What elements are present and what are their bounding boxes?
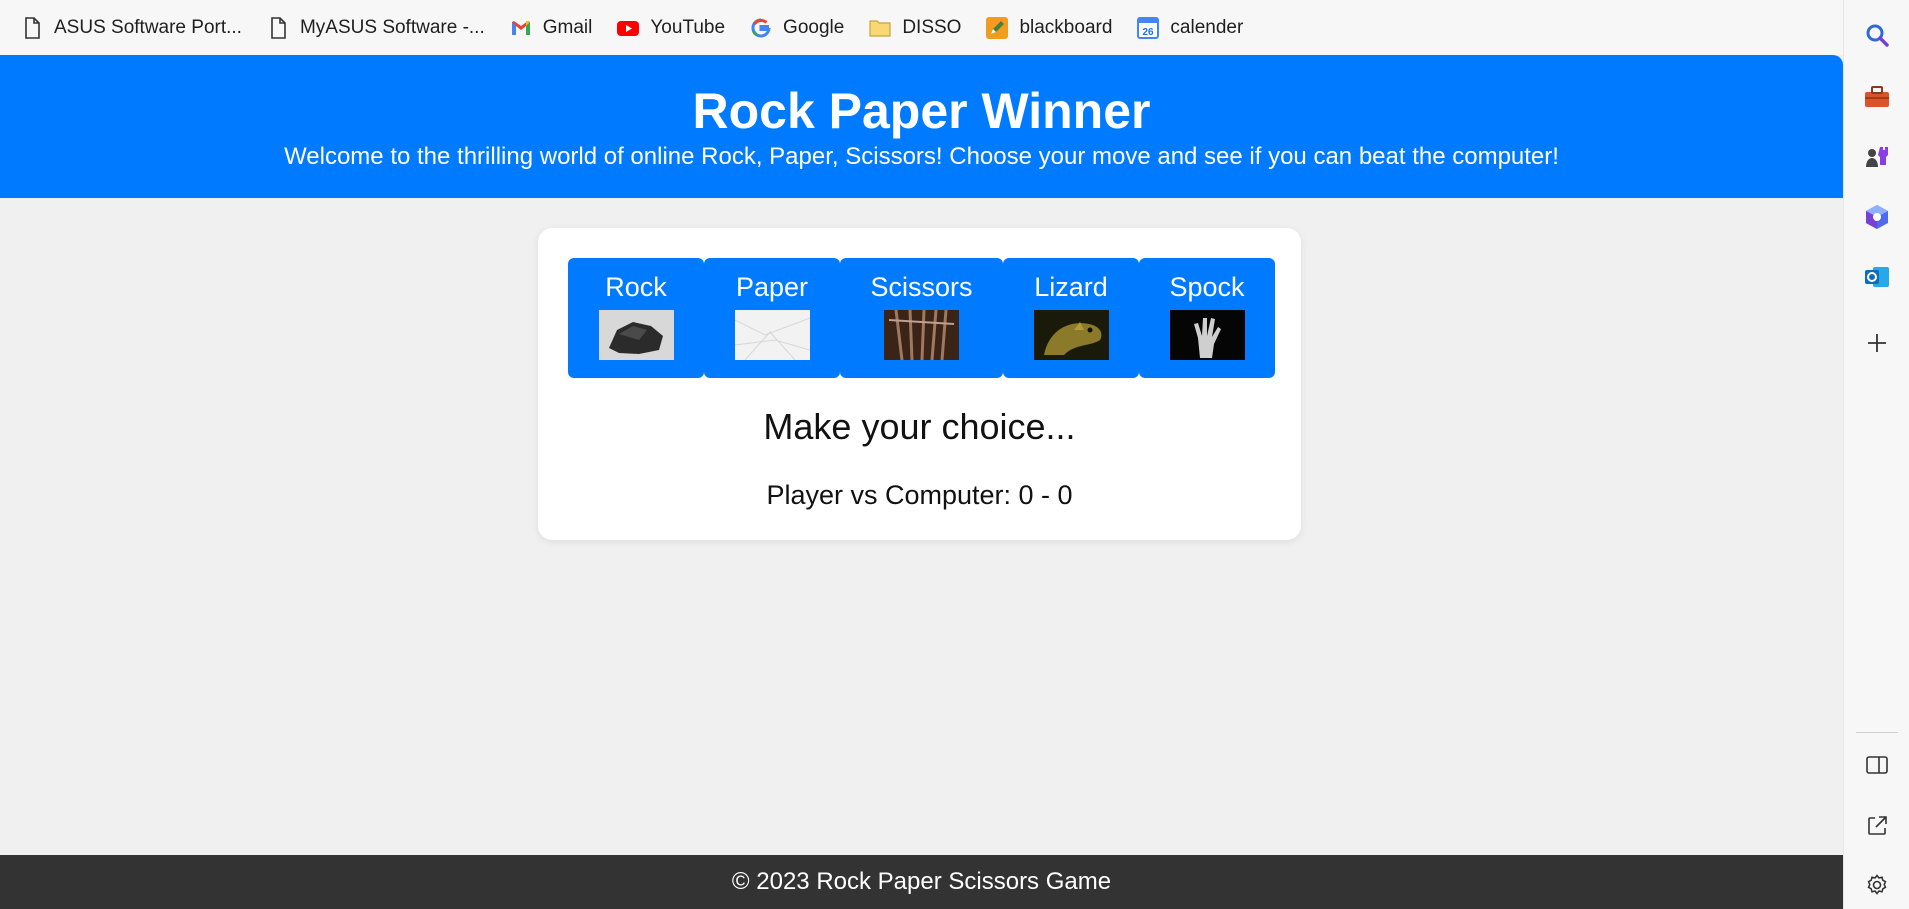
bookmark-google[interactable]: Google: [737, 10, 856, 46]
scissors-image: [884, 310, 959, 360]
page-subtitle: Welcome to the thrilling world of online…: [284, 143, 1559, 170]
choice-label: Lizard: [1034, 272, 1108, 302]
bookmark-label: YouTube: [650, 16, 726, 38]
bookmarks-bar: ASUS Software Port... MyASUS Software -.…: [0, 0, 1843, 55]
score-display: Player vs Computer: 0 - 0: [766, 480, 1073, 510]
choice-label: Scissors: [870, 272, 973, 302]
rock-image: [598, 310, 674, 360]
choice-label: Spock: [1169, 272, 1245, 302]
browser-sidebar: [1843, 0, 1909, 909]
spock-button[interactable]: Spock: [1139, 258, 1275, 378]
rock-button[interactable]: Rock: [568, 258, 704, 378]
bookmark-label: Gmail: [542, 16, 593, 38]
choice-label: Paper: [735, 272, 809, 302]
youtube-icon: [616, 16, 640, 40]
gmail-icon: [509, 16, 533, 40]
open-external-icon[interactable]: [1861, 810, 1893, 842]
game-card: Rock Paper Scissors Lizard Spock Make yo…: [538, 228, 1301, 540]
search-icon[interactable]: [1861, 19, 1893, 51]
choice-buttons: Rock Paper Scissors Lizard Spock: [568, 258, 1275, 378]
bookmark-calendar[interactable]: 26 calender: [1124, 10, 1255, 46]
page-icon: [266, 16, 290, 40]
add-icon[interactable]: [1861, 327, 1893, 359]
bookmark-blackboard[interactable]: blackboard: [973, 10, 1124, 46]
bookmark-myasus-software[interactable]: MyASUS Software -...: [254, 10, 497, 46]
blackboard-icon: [985, 16, 1009, 40]
site-footer: © 2023 Rock Paper Scissors Game: [0, 855, 1843, 909]
paper-button[interactable]: Paper: [704, 258, 840, 378]
sidebar-divider: [1856, 732, 1898, 733]
split-screen-icon[interactable]: [1861, 749, 1893, 781]
settings-icon[interactable]: [1861, 869, 1893, 901]
spock-hand-image: [1169, 310, 1245, 360]
google-icon: [749, 16, 773, 40]
bookmark-label: calender: [1170, 16, 1244, 38]
bookmark-gmail[interactable]: Gmail: [497, 10, 605, 46]
bookmark-asus-software-portal[interactable]: ASUS Software Port...: [8, 10, 254, 46]
choice-label: Rock: [605, 272, 667, 302]
outlook-icon[interactable]: [1861, 261, 1893, 293]
site-header: Rock Paper Winner Welcome to the thrilli…: [0, 55, 1843, 198]
bookmark-label: MyASUS Software -...: [299, 16, 485, 38]
web-page: Rock Paper Winner Welcome to the thrilli…: [0, 55, 1843, 909]
calendar-day: 26: [1143, 27, 1155, 38]
bookmark-label: Google: [783, 16, 845, 38]
copilot-icon[interactable]: [1861, 201, 1893, 233]
page-title: Rock Paper Winner: [692, 83, 1151, 139]
folder-icon: [868, 16, 892, 40]
paper-image: [734, 310, 810, 360]
games-icon[interactable]: [1861, 141, 1893, 173]
scissors-button[interactable]: Scissors: [840, 258, 1003, 378]
page-icon: [20, 16, 44, 40]
result-message: Make your choice...: [763, 406, 1076, 447]
bookmark-label: blackboard: [1019, 16, 1113, 38]
calendar-icon: 26: [1136, 16, 1160, 40]
bookmark-disso-folder[interactable]: DISSO: [856, 10, 973, 46]
bookmark-label: ASUS Software Port...: [54, 16, 242, 38]
bookmark-youtube[interactable]: YouTube: [604, 10, 737, 46]
lizard-button[interactable]: Lizard: [1003, 258, 1139, 378]
bookmark-label: DISSO: [902, 16, 962, 38]
tools-icon[interactable]: [1861, 81, 1893, 113]
lizard-image: [1033, 310, 1109, 360]
